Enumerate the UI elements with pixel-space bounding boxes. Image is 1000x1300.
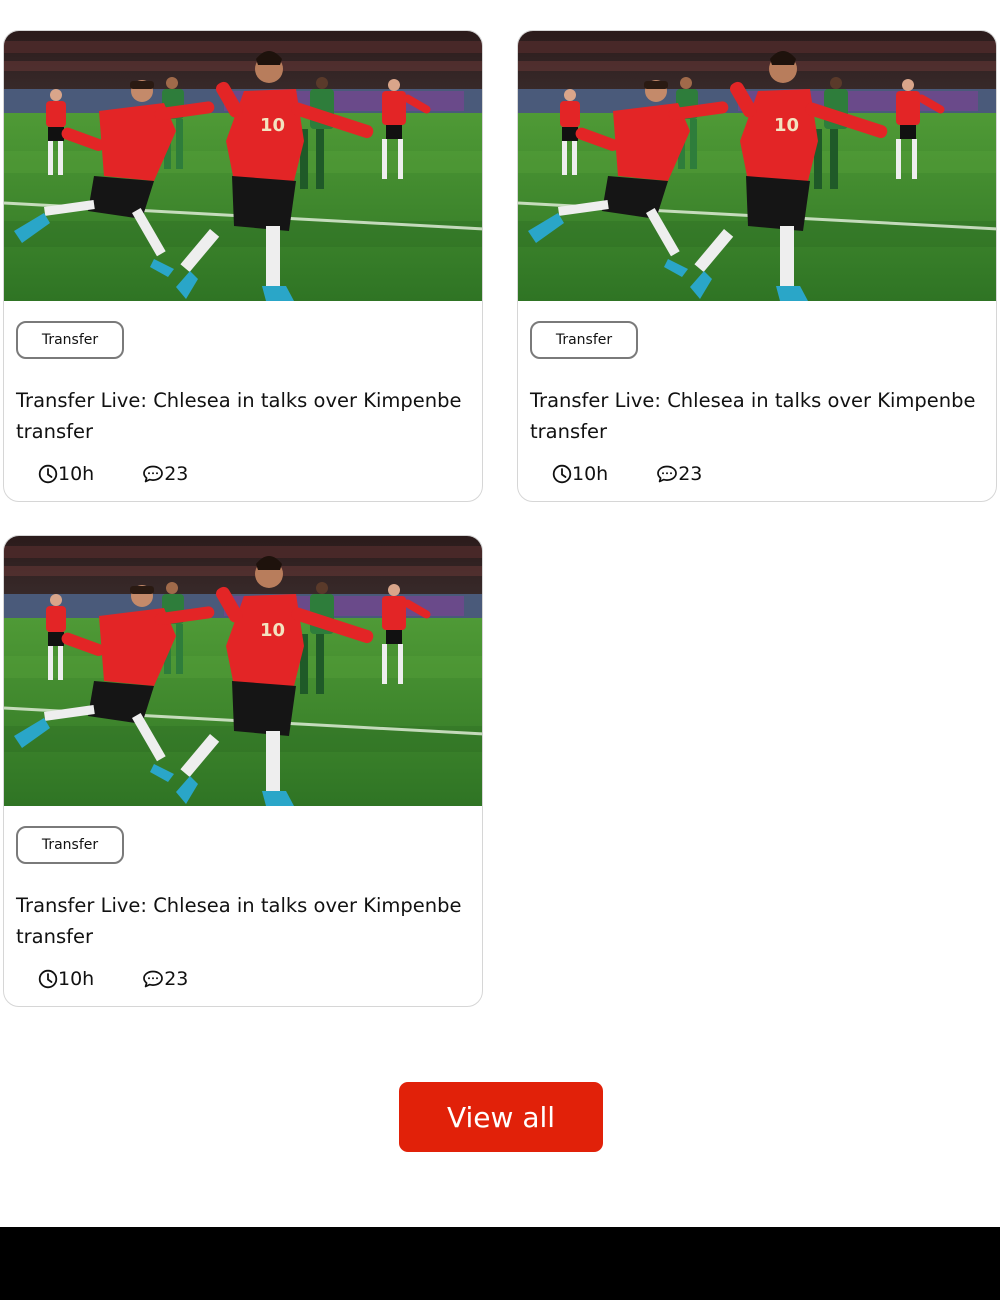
article-meta: 10h 23 <box>552 460 702 488</box>
category-tag[interactable]: Transfer <box>16 321 124 359</box>
article-title[interactable]: Transfer Live: Chlesea in talks over Kim… <box>530 385 985 447</box>
clock-icon <box>38 464 58 484</box>
comment-icon <box>143 970 164 988</box>
time-value: 10h <box>572 463 609 485</box>
article-card[interactable]: Transfer Transfer Live: Chlesea in talks… <box>517 30 997 502</box>
category-tag[interactable]: Transfer <box>16 826 124 864</box>
time-info: 10h <box>38 968 94 990</box>
view-all-button[interactable]: View all <box>399 1082 603 1152</box>
comment-info[interactable]: 23 <box>656 463 702 485</box>
comment-count: 23 <box>164 463 189 485</box>
comment-icon <box>657 465 678 483</box>
time-info: 10h <box>552 463 608 485</box>
comment-count: 23 <box>678 463 703 485</box>
time-value: 10h <box>58 968 95 990</box>
article-meta: 10h 23 <box>38 965 188 993</box>
category-tag[interactable]: Transfer <box>530 321 638 359</box>
comment-icon <box>143 465 164 483</box>
article-image[interactable] <box>4 31 483 301</box>
article-meta: 10h 23 <box>38 460 188 488</box>
comment-info[interactable]: 23 <box>142 968 188 990</box>
article-title[interactable]: Transfer Live: Chlesea in talks over Kim… <box>16 385 471 447</box>
time-value: 10h <box>58 463 95 485</box>
comment-info[interactable]: 23 <box>142 463 188 485</box>
comment-count: 23 <box>164 968 189 990</box>
article-title[interactable]: Transfer Live: Chlesea in talks over Kim… <box>16 890 471 952</box>
article-image[interactable] <box>4 536 483 806</box>
article-card[interactable]: Transfer Transfer Live: Chlesea in talks… <box>3 30 483 502</box>
clock-icon <box>38 969 58 989</box>
time-info: 10h <box>38 463 94 485</box>
article-card[interactable]: Transfer Transfer Live: Chlesea in talks… <box>3 535 483 1007</box>
article-image[interactable] <box>518 31 997 301</box>
footer <box>0 1227 1000 1300</box>
clock-icon <box>552 464 572 484</box>
